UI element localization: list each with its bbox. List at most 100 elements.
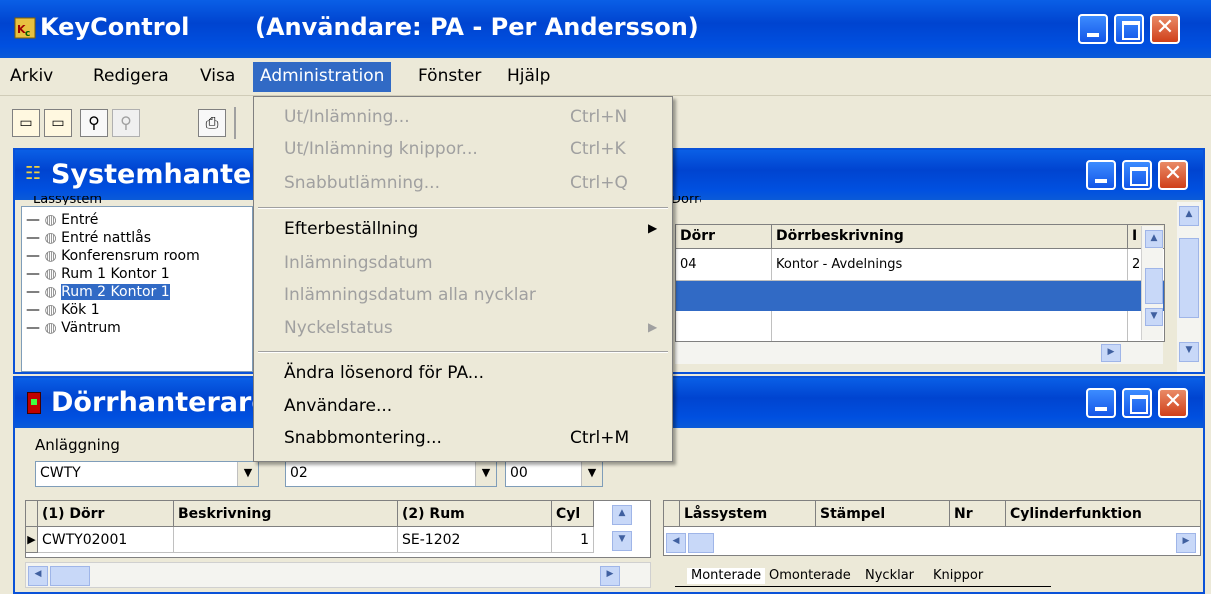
table-row-cell[interactable] [676, 311, 772, 341]
scroll-right-icon[interactable]: ▶ [1101, 344, 1121, 362]
scroll-right-icon[interactable]: ▶ [1176, 533, 1196, 553]
search-icon[interactable]: ⚲ [80, 109, 108, 137]
menu-fonster[interactable]: Fönster [418, 66, 481, 86]
door-minimize-button[interactable] [1086, 388, 1116, 418]
tree-item-label: Entré nattlås [61, 230, 152, 246]
table-row-cell[interactable]: CWTY02001 [38, 527, 174, 553]
menu-item-snabbmontering[interactable]: Snabbmontering... [284, 428, 442, 448]
menu-item-inlamningsdatum[interactable]: Inlämningsdatum [284, 253, 433, 273]
maximize-button[interactable] [1114, 14, 1144, 44]
system-close-button[interactable]: ✕ [1158, 160, 1188, 190]
scroll-left-icon[interactable]: ◀ [666, 533, 686, 553]
menu-item-anvandare[interactable]: Användare... [284, 396, 392, 416]
tree-item[interactable]: — ◍ Entré [26, 211, 252, 229]
grid-header-dorrbeskrivning[interactable]: Dörrbeskrivning [772, 225, 1128, 249]
menu-redigera[interactable]: Redigera [93, 66, 169, 86]
menu-item-ut-inlamning[interactable]: Ut/Inlämning... [284, 107, 410, 127]
menu-item-efterbestallning[interactable]: Efterbeställning [284, 219, 418, 239]
grid-header-dorr[interactable]: (1) Dörr [38, 501, 174, 527]
lock-system-tree[interactable]: — ◍ Entré — ◍ Entré nattlås — ◍ Konferensr… [21, 206, 253, 372]
zoom-in-icon[interactable]: ⚲ [112, 109, 140, 137]
door-icon [27, 392, 41, 414]
scroll-thumb[interactable] [688, 533, 714, 553]
table-row-cell[interactable]: 04 [676, 249, 772, 281]
table-row-cell[interactable]: Kontor - Avdelnings [772, 249, 1128, 281]
menu-item-snabbutlamning[interactable]: Snabbutlämning... [284, 173, 440, 193]
door-grid-hscrollbar[interactable]: ◀ ▶ [25, 562, 651, 588]
doors-grid[interactable]: Dörr Dörrbeskrivning I 04 Kontor - Avdel… [675, 224, 1165, 342]
anlaggning-combo[interactable]: CWTY ▼ [35, 461, 259, 487]
lock-icon: ◍ [44, 284, 62, 300]
grid-header-nr[interactable]: Nr [950, 501, 1006, 527]
grid-header-rum[interactable]: (2) Rum [398, 501, 552, 527]
scroll-up-icon[interactable]: ▲ [1179, 206, 1199, 226]
minimize-button[interactable] [1078, 14, 1108, 44]
chevron-down-icon[interactable]: ▼ [581, 462, 602, 486]
menu-item-nyckelstatus[interactable]: Nyckelstatus [284, 318, 393, 338]
grid-header-beskrivning[interactable]: Beskrivning [174, 501, 398, 527]
tree-connector: — [26, 248, 45, 264]
tab-knippor[interactable]: Knippor [933, 568, 983, 583]
tree-item[interactable]: — ◍ Rum 1 Kontor 1 [26, 265, 252, 283]
table-row-cell[interactable] [174, 527, 398, 553]
menu-item-inlamningsdatum-alla[interactable]: Inlämningsdatum alla nycklar [284, 285, 536, 305]
cylinder-grid[interactable]: Låssystem Stämpel Nr Cylinderfunktion ◀ … [663, 500, 1201, 556]
floor-combo[interactable]: 00 ▼ [505, 461, 603, 487]
tab-omonterade[interactable]: Omonterade [769, 568, 851, 583]
tab-monterade[interactable]: Monterade [687, 568, 766, 584]
menu-item-ut-inlamning-knippor[interactable]: Ut/Inlämning knippor... [284, 139, 478, 159]
system-minimize-button[interactable] [1086, 160, 1116, 190]
door-maximize-button[interactable] [1122, 388, 1152, 418]
grid-hscrollbar[interactable]: ▶ [675, 342, 1163, 364]
open-folder-button[interactable]: ▭ [12, 109, 40, 137]
tab-nycklar[interactable]: Nycklar [865, 568, 914, 583]
tree-item[interactable]: — ◍ Entré nattlås [26, 229, 252, 247]
table-row-cell[interactable]: SE-1202 [398, 527, 552, 553]
print-icon[interactable]: ⎙ [198, 109, 226, 137]
grid-header-stampel[interactable]: Stämpel [816, 501, 950, 527]
grid-header-lassystem[interactable]: Låssystem [680, 501, 816, 527]
submenu-arrow-icon: ▶ [648, 320, 658, 334]
scroll-down-icon[interactable]: ▼ [1179, 342, 1199, 362]
tree-item[interactable]: — ◍ Rum 2 Kontor 1 [26, 283, 252, 301]
shortcut-label: Ctrl+K [570, 139, 626, 159]
row-pointer-icon: ▶ [26, 527, 38, 553]
scroll-up-icon[interactable]: ▲ [612, 505, 632, 525]
table-row-cell[interactable] [772, 311, 1128, 341]
menu-hjalp[interactable]: Hjälp [507, 66, 550, 86]
scroll-thumb[interactable] [1145, 268, 1163, 304]
scroll-thumb[interactable] [50, 566, 90, 586]
door-close-button[interactable]: ✕ [1158, 388, 1188, 418]
scroll-down-icon[interactable]: ▼ [612, 531, 632, 551]
grid-vscrollbar[interactable]: ▲ ▼ [1141, 226, 1163, 340]
menu-item-andra-losenord[interactable]: Ändra lösenord för PA... [284, 363, 484, 383]
tree-item-label: Entré [61, 212, 99, 228]
folder-button[interactable]: ▭ [44, 109, 72, 137]
grid-header-cylinderfunktion[interactable]: Cylinderfunktion [1006, 501, 1200, 527]
tree-item[interactable]: — ◍ Kök 1 [26, 301, 252, 319]
door-grid[interactable]: (1) Dörr Beskrivning (2) Rum Cyl ▶ CWTY0… [25, 500, 651, 558]
menu-administration[interactable]: Administration [253, 62, 392, 92]
scroll-up-icon[interactable]: ▲ [1145, 230, 1163, 248]
menu-arkiv[interactable]: Arkiv [10, 66, 53, 86]
chevron-down-icon[interactable]: ▼ [475, 462, 496, 486]
tree-item[interactable]: — ◍ Konferensrum room [26, 247, 252, 265]
chevron-down-icon[interactable]: ▼ [237, 462, 258, 486]
scroll-left-icon[interactable]: ◀ [28, 566, 48, 586]
table-row-cell[interactable]: 1 [552, 527, 594, 553]
grid-header-cyl[interactable]: Cyl [552, 501, 594, 527]
tree-item-label: Kök 1 [61, 302, 100, 318]
building-combo[interactable]: 02 ▼ [285, 461, 497, 487]
scroll-thumb[interactable] [1179, 238, 1199, 318]
menu-visa[interactable]: Visa [200, 66, 235, 86]
grid-header-dorr[interactable]: Dörr [676, 225, 772, 249]
table-row-selected[interactable] [676, 281, 1164, 311]
scroll-down-icon[interactable]: ▼ [1145, 308, 1163, 326]
window-vscrollbar[interactable]: ▲ ▼ [1177, 202, 1201, 372]
lock-icon: ◍ [44, 230, 62, 246]
system-maximize-button[interactable] [1122, 160, 1152, 190]
tree-item[interactable]: — ◍ Väntrum [26, 319, 252, 337]
tree-item-label: Rum 1 Kontor 1 [61, 266, 170, 282]
close-button[interactable]: ✕ [1150, 14, 1180, 44]
scroll-right-icon[interactable]: ▶ [600, 566, 620, 586]
